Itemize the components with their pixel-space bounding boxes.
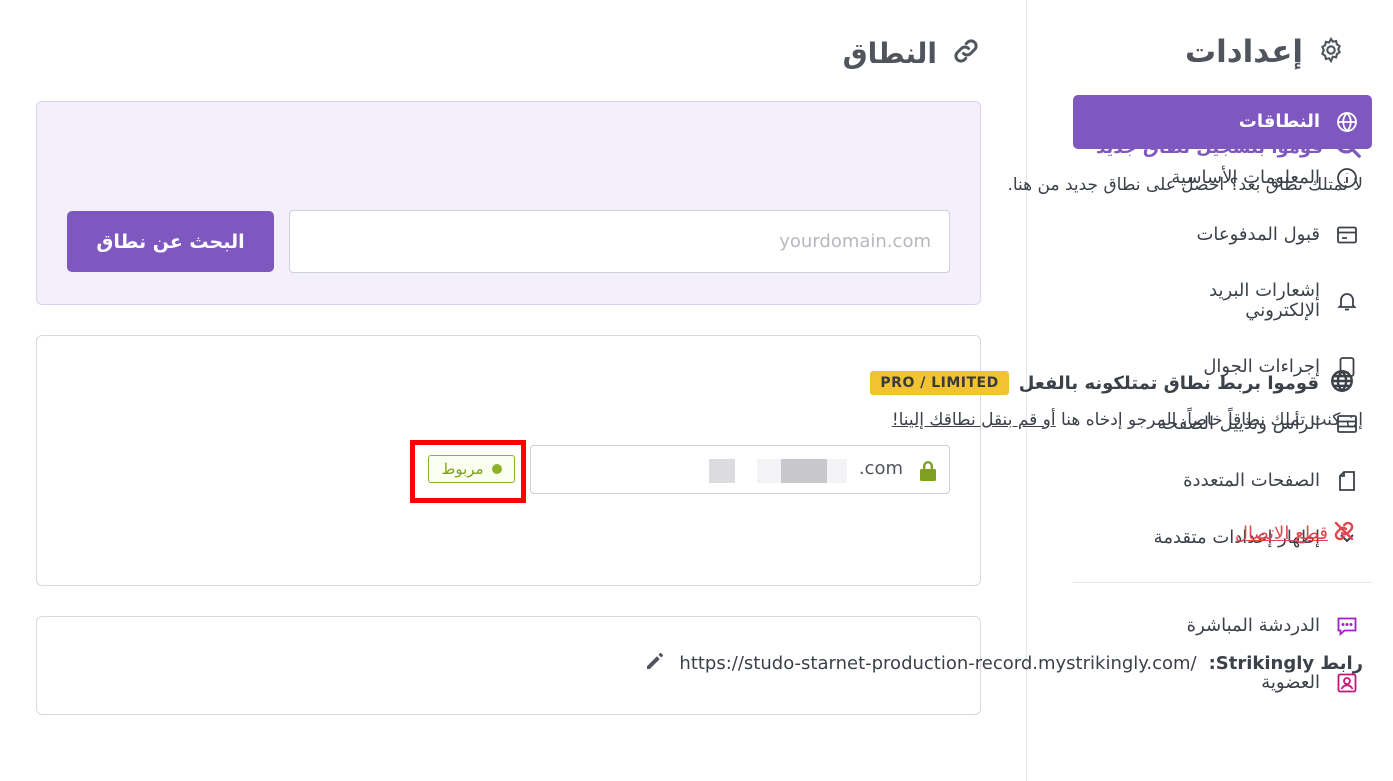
settings-title-text: إعدادات: [1184, 34, 1303, 70]
page-title: النطاق: [843, 36, 981, 70]
strikingly-url: https://studo-starnet-production-record.…: [679, 653, 1197, 674]
sidebar-item-payments[interactable]: قبول المدفوعات: [1073, 206, 1372, 263]
redacted-block: [709, 459, 735, 483]
page-title-text: النطاق: [842, 36, 937, 70]
payment-card-icon: [1334, 222, 1360, 248]
register-domain-heading: قوموا بتسجيل نطاق جديد: [1096, 130, 1363, 164]
sidebar-item-multiple-pages[interactable]: الصفحات المتعددة: [1073, 452, 1372, 509]
disconnect-label: قطع الاتصال: [1234, 523, 1328, 544]
redacted-block: [781, 459, 827, 483]
sidebar-item-label: قبول المدفوعات: [1196, 223, 1320, 245]
bell-icon: [1334, 288, 1360, 314]
domain-value: .com: [858, 458, 903, 479]
pencil-icon[interactable]: [643, 649, 667, 678]
connected-status-badge: مربوط: [428, 455, 515, 483]
redacted-block: [827, 459, 847, 483]
sidebar-item-label: الصفحات المتعددة: [1183, 469, 1320, 491]
transfer-domain-link[interactable]: أو قم بنقل نطاقك إلينا!: [892, 410, 1056, 430]
lock-icon: [917, 459, 939, 483]
connect-subtitle: إن كنت تملك نطاقاً خاصاً، المرجو إدخاه ه…: [892, 410, 1363, 430]
register-heading-text: قوموا بتسجيل نطاق جديد: [1096, 136, 1323, 158]
register-domain-card: [36, 101, 981, 305]
domain-search-input[interactable]: [289, 210, 950, 273]
sidebar-item-email-notifications[interactable]: إشعارات البريد الإلكتروني: [1073, 263, 1372, 338]
sidebar-item-live-chat[interactable]: الدردشة المباشرة: [1073, 597, 1372, 654]
link-icon: [951, 36, 981, 70]
disconnect-link[interactable]: قطع الاتصال: [1235, 519, 1356, 548]
sidebar-item-label: إشعارات البريد الإلكتروني: [1209, 279, 1320, 321]
sidebar-item-label: النطاقات: [1238, 111, 1320, 132]
search-domain-button[interactable]: البحث عن نطاق: [67, 211, 274, 272]
connect-heading-text: قوموا بربط نطاق تمتلكونه بالفعل: [1018, 372, 1319, 394]
pages-icon: [1334, 468, 1360, 494]
pro-limited-badge: PRO / LIMITED: [870, 371, 1009, 395]
search-plus-icon: [1333, 130, 1363, 164]
strikingly-link-label: رابط Strikingly:: [1208, 653, 1363, 674]
gear-icon: [1317, 36, 1345, 68]
settings-title: إعدادات: [1185, 34, 1345, 70]
connected-domain-field: .com: [530, 445, 950, 494]
status-dot-icon: [491, 464, 502, 474]
sidebar-divider: [1073, 582, 1372, 583]
unlink-icon: [1332, 519, 1356, 548]
globe-icon: [1329, 368, 1355, 398]
chat-icon: [1334, 613, 1360, 639]
register-subtitle: لا تمتلك نطاق بعد؟ احصل على نطاق جديد من…: [1007, 175, 1363, 195]
connect-domain-heading: قوموا بربط نطاق تمتلكونه بالفعل PRO / LI…: [870, 368, 1355, 398]
connect-subtitle-text: إن كنت تملك نطاقاً خاصاً، المرجو إدخاه ه…: [1061, 410, 1363, 430]
sidebar-item-label: الدردشة المباشرة: [1186, 614, 1320, 636]
strikingly-link-row: رابط Strikingly: https://studo-starnet-p…: [643, 649, 1363, 678]
status-text: مربوط: [441, 460, 484, 478]
redacted-block: [757, 459, 783, 483]
